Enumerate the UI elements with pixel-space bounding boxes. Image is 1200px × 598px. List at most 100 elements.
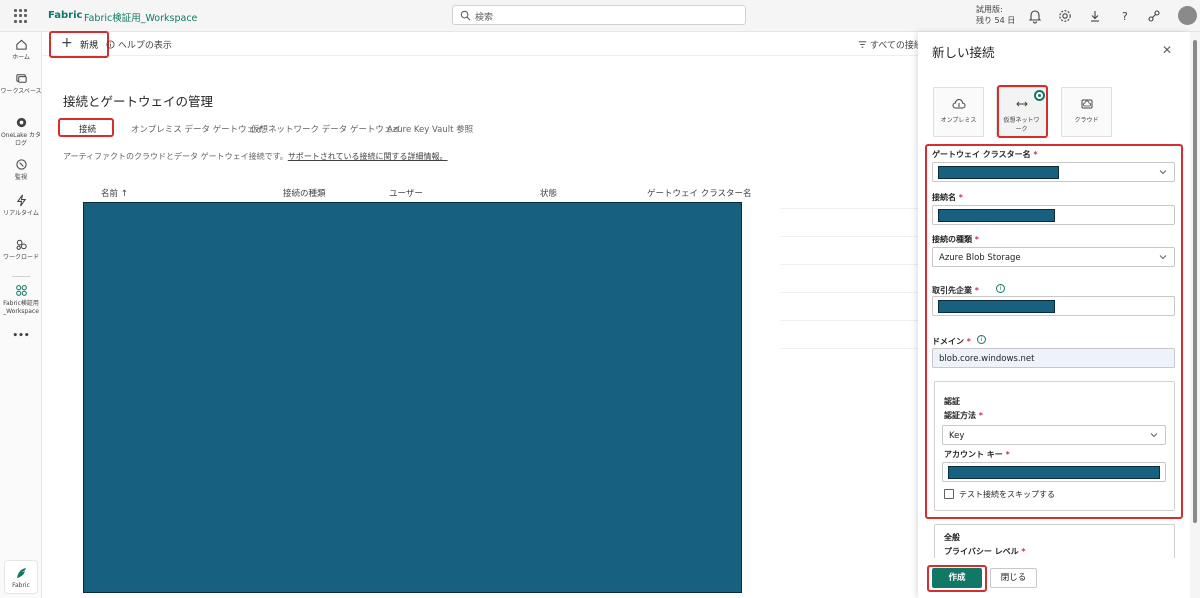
column-header-gateway[interactable]: ゲートウェイ クラスター名 — [647, 187, 752, 199]
cloud-icon — [1081, 99, 1092, 109]
trial-line-2: 残り 54 日 — [976, 16, 1016, 25]
tab-onprem-gateway[interactable]: オンプレミス データ ゲートウェイ — [131, 123, 264, 135]
search-placeholder: 検索 — [475, 13, 494, 23]
all-connections-filter[interactable]: すべての接続 — [858, 38, 923, 51]
redacted-value — [938, 300, 1055, 313]
fabric-logo-icon — [17, 568, 26, 578]
download-icon[interactable] — [1087, 8, 1103, 24]
svg-text:?: ? — [1122, 10, 1128, 23]
row-divider — [780, 348, 918, 349]
nav-item-onelake[interactable]: OneLake カタログ — [0, 116, 42, 148]
nav-item-realtime[interactable]: リアルタイム — [0, 194, 42, 218]
connection-type-value: Azure Blob Storage — [939, 253, 1021, 263]
filter-icon — [858, 41, 867, 48]
auth-method-label: 認証方法 * — [944, 411, 983, 420]
workspace-breadcrumb[interactable]: Fabric検証用_Workspace — [84, 10, 197, 24]
description-text: アーティファクトのクラウドとデータ ゲートウェイ接続です。 — [63, 152, 288, 161]
more-icon[interactable]: ••• — [0, 332, 42, 341]
search-input[interactable]: 検索 — [452, 5, 746, 25]
auth-method-dropdown[interactable]: Key — [942, 425, 1166, 445]
page-title: 接続とゲートウェイの管理 — [63, 94, 214, 109]
connection-type-dropdown[interactable]: Azure Blob Storage — [932, 247, 1175, 267]
share-icon[interactable] — [1146, 8, 1162, 24]
trial-status[interactable]: 試用版: 残り 54 日 — [976, 4, 1015, 26]
account-label: 取引先企業 * — [932, 286, 979, 295]
connection-name-input[interactable] — [932, 205, 1175, 225]
top-bar: Fabric Fabric検証用_Workspace 検索 試用版: 残り 54… — [0, 0, 1200, 32]
connection-name-label: 接続名 * — [932, 193, 963, 202]
workload-icon — [16, 239, 27, 250]
domain-value: blob.core.windows.net — [939, 354, 1035, 364]
all-connections-label: すべての接続 — [869, 41, 923, 51]
avatar[interactable] — [1178, 6, 1197, 25]
row-divider — [780, 236, 918, 237]
row-divider — [780, 264, 918, 265]
nav-label: ワークスペース — [0, 88, 42, 95]
app-launcher-icon[interactable] — [14, 9, 28, 23]
learn-more-link[interactable]: サポートされている接続に関する詳細情報。 — [288, 152, 448, 161]
help-icon[interactable]: ? — [1117, 8, 1133, 24]
nav-label: OneLake カタログ — [0, 132, 42, 147]
tile-label: クラウド — [1074, 117, 1099, 124]
account-key-label: アカウント キー * — [944, 450, 1010, 459]
trial-line-1: 試用版: — [976, 5, 1003, 14]
chevron-down-icon — [1159, 255, 1167, 260]
nav-item-home[interactable]: ホーム — [0, 38, 42, 62]
nav-label: リアルタイム — [3, 210, 39, 217]
row-divider — [780, 320, 918, 321]
nav-label: 監視 — [14, 174, 27, 181]
chevron-down-icon — [1150, 433, 1158, 438]
workspaces-icon — [15, 74, 27, 83]
auth-method-value: Key — [949, 431, 965, 441]
general-section-title: 全般 — [944, 533, 960, 542]
monitor-icon — [15, 159, 27, 170]
gear-icon[interactable] — [1057, 8, 1073, 24]
tile-on-premises[interactable]: オンプレミス — [933, 87, 984, 137]
domain-label: ドメイン * — [932, 337, 971, 346]
nav-item-monitor[interactable]: 監視 — [0, 158, 42, 182]
column-header-status[interactable]: 状態 — [540, 187, 557, 199]
highlight-vnet-tile — [997, 85, 1048, 138]
scrollbar-thumb[interactable] — [1193, 40, 1197, 523]
connection-type-label: 接続の種類 * — [932, 235, 979, 244]
left-nav: ホーム ワークスペース OneLake カタログ 監視 リアルタイム ワークロー… — [0, 32, 42, 598]
workspace-group-icon — [15, 285, 27, 296]
skip-test-checkbox[interactable] — [944, 489, 954, 499]
nav-label: ワークロード — [2, 254, 39, 261]
realtime-icon — [16, 194, 26, 207]
panel-title: 新しい接続 — [932, 45, 995, 60]
column-header-type[interactable]: 接続の種類 — [283, 187, 326, 199]
help-button[interactable]: ヘルプの表示 — [106, 38, 172, 51]
tile-cloud[interactable]: クラウド — [1061, 87, 1112, 137]
brand-label[interactable]: Fabric — [48, 10, 82, 21]
nav-item-workspaces[interactable]: ワークスペース — [0, 72, 42, 96]
gateway-cluster-label: ゲートウェイ クラスター名 * — [932, 150, 1038, 159]
page-description: アーティファクトのクラウドとデータ ゲートウェイ接続です。サポートされている接続… — [63, 151, 448, 162]
nav-item-current-workspace[interactable]: Fabric検証用_Workspace — [0, 284, 42, 316]
close-icon[interactable]: ✕ — [1162, 43, 1172, 57]
nav-item-workload[interactable]: ワークロード — [0, 238, 42, 262]
account-input[interactable] — [932, 296, 1175, 316]
tab-key-vault[interactable]: Azure Key Vault 参照 — [387, 123, 473, 135]
experience-switcher[interactable]: Fabric — [4, 560, 38, 594]
info-icon[interactable]: i — [996, 284, 1005, 293]
row-divider — [780, 292, 918, 293]
gateway-cluster-dropdown[interactable] — [932, 162, 1175, 182]
account-key-input[interactable] — [942, 462, 1166, 482]
switcher-label: Fabric — [12, 582, 30, 589]
home-icon — [15, 39, 27, 50]
nav-label: Fabric検証用_Workspace — [3, 300, 39, 315]
tab-vnet-gateway[interactable]: 仮想ネットワーク データ ゲートウェイ — [251, 123, 401, 135]
bell-icon[interactable] — [1027, 8, 1043, 24]
column-header-name[interactable]: 名前 ↑ — [101, 187, 128, 199]
row-divider — [780, 208, 918, 209]
cloud-upload-icon — [952, 99, 965, 109]
redacted-value — [948, 466, 1160, 479]
column-header-user[interactable]: ユーザー — [389, 187, 423, 199]
close-button[interactable]: 閉じる — [990, 568, 1037, 588]
domain-input[interactable]: blob.core.windows.net — [932, 348, 1175, 368]
onelake-icon — [16, 117, 26, 128]
redacted-value — [938, 209, 1055, 222]
info-circle-icon — [106, 40, 115, 49]
info-icon[interactable]: i — [977, 335, 986, 344]
